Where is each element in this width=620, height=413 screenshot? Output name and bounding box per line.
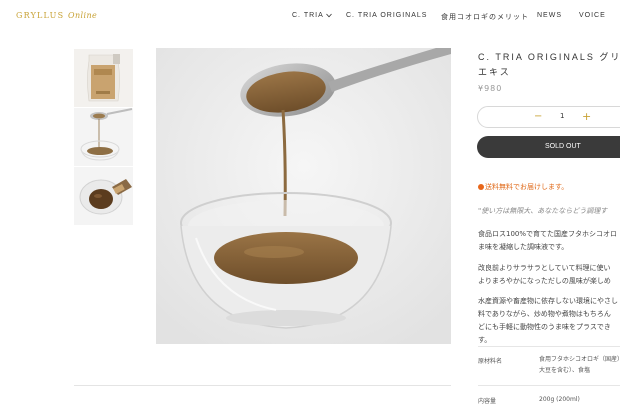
minus-icon[interactable]: − [534,111,542,122]
alert-dot-icon [478,184,484,190]
description-line: ま味を凝縮した調味液です。 [478,243,569,251]
pour-image [74,167,133,225]
spec-value-line: 食用フタホシコオロギ（国産） [539,356,620,363]
main-product-image [156,48,451,344]
nav-item-ctria[interactable]: C. TRIA [292,12,333,19]
spec-label-volume: 内容量 [478,398,497,405]
description-line: 料でありながら、炒め物や煮物はもちろん [478,310,611,318]
spec-value-line: 200g (200ml) [539,396,580,403]
sauce-bowl-image [156,48,451,344]
pouch-image [74,49,133,107]
product-title: C. TRIA ORIGINALS グリ エキス [478,52,620,77]
description-line: 改良前よりサラサラとしていて料理に使い [478,264,611,272]
shipping-note-text: 送料無料でお届けします。 [485,183,569,191]
logo-main: GRYLLUS [16,11,65,20]
thumbnail-pour[interactable] [74,167,133,225]
quantity-value: 1 [560,112,565,120]
description-paragraph-3: 水産資源や畜産物に依存しない環境にやさし 料でありながら、炒め物や煮物はもちろん… [478,295,618,347]
description-paragraph-2: 改良前よりサラサラとしていて料理に使い よりまろやかになっただしの風味が楽しめ [478,262,611,288]
site-header: GRYLLUS Online C. TRIA C. TRIA ORIGINALS… [0,0,620,32]
spec-value-volume: 200g (200ml) [539,394,580,405]
quantity-stepper[interactable]: − 1 + [477,106,620,128]
product-price: ¥980 [478,84,503,93]
spec-divider [478,385,620,386]
description-line: どにも手軽に動物性のうま味をプラスでき [478,323,611,331]
chevron-down-icon [326,13,333,18]
description-line: 食品ロス100%で育てた国産フタホシコオロ [478,230,618,238]
divider [74,385,451,386]
soldout-button[interactable]: SOLD OUT [477,136,620,158]
site-logo[interactable]: GRYLLUS Online [16,11,97,20]
spec-divider [478,346,620,347]
tagline-quote: "使い方は無限大、あなたならどう調理す [478,207,608,215]
nav-item-news[interactable]: NEWS [537,12,562,19]
spec-value-ingredients: 食用フタホシコオロギ（国産） 大豆を含む）、食塩 [539,354,620,376]
shipping-note: 送料無料でお届けします。 [478,182,568,192]
plus-icon[interactable]: + [582,110,591,123]
thumbnail-spoon[interactable] [74,108,133,166]
nav-item-voice[interactable]: VOICE [579,12,606,19]
spoon-image [74,108,133,166]
nav-item-label: C. TRIA [292,12,324,19]
spec-label-ingredients: 原材料名 [478,358,503,365]
description-paragraph-1: 食品ロス100%で育てた国産フタホシコオロ ま味を凝縮した調味液です。 [478,228,617,254]
logo-sub: Online [68,11,98,20]
nav-item-ctria-originals[interactable]: C. TRIA ORIGINALS [346,12,427,19]
description-line: 水産資源や畜産物に依存しない環境にやさし [478,297,618,305]
description-line: よりまろやかになっただしの風味が楽しめ [478,277,611,285]
spec-value-line: 大豆を含む）、食塩 [539,367,591,374]
thumbnail-pouch[interactable] [74,49,133,107]
nav-item-benefits[interactable]: 食用コオロギのメリット [441,12,529,22]
